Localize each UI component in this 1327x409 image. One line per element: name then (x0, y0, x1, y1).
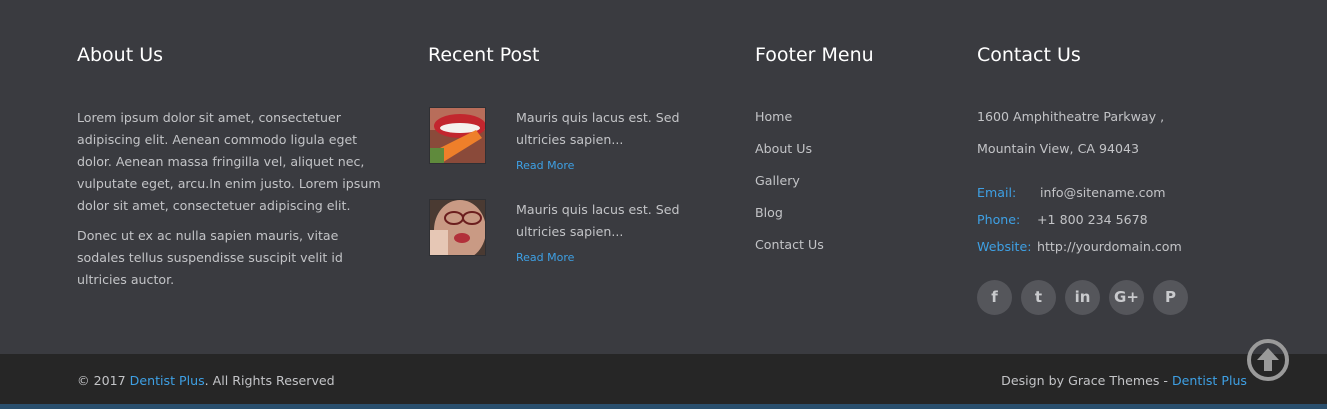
copyright-suffix: . All Rights Reserved (204, 373, 335, 388)
website-label: Website: (977, 239, 1032, 254)
email-label: Email: (977, 185, 1017, 200)
recent-post-item: Mauris quis lacus est. Sed ultricies sap… (428, 199, 718, 264)
copyright: © 2017 Dentist Plus. All Rights Reserved (77, 373, 335, 388)
credit-prefix: Design by Grace Themes - (1001, 373, 1172, 388)
twitter-icon[interactable]: t (1021, 280, 1056, 315)
arrow-up-circle-icon (1247, 339, 1289, 381)
facebook-icon[interactable]: f (977, 280, 1012, 315)
contact-email-row: Email: info@sitename.com (977, 185, 1166, 200)
post-thumbnail[interactable] (429, 199, 486, 256)
footer-menu-list: Home About Us Gallery Blog Contact Us (755, 107, 824, 267)
post-thumbnail[interactable] (429, 107, 486, 164)
email-value[interactable]: info@sitename.com (1040, 185, 1166, 200)
copyright-brand-link[interactable]: Dentist Plus (130, 373, 205, 388)
google-plus-icon[interactable]: G+ (1109, 280, 1144, 315)
footer-main: About Us Lorem ipsum dolor sit amet, con… (0, 0, 1327, 354)
contact-heading: Contact Us (977, 44, 1081, 66)
address-line: 1600 Amphitheatre Parkway , (977, 109, 1165, 124)
phone-label: Phone: (977, 212, 1021, 227)
contact-phone-row: Phone: +1 800 234 5678 (977, 212, 1148, 227)
linkedin-icon[interactable]: in (1065, 280, 1100, 315)
bottom-edge-strip (0, 404, 1327, 409)
read-more-link[interactable]: Read More (516, 159, 574, 172)
footer-bottom-bar: © 2017 Dentist Plus. All Rights Reserved… (0, 354, 1327, 409)
about-heading: About Us (77, 44, 164, 66)
phone-value[interactable]: +1 800 234 5678 (1037, 212, 1148, 227)
read-more-link[interactable]: Read More (516, 251, 574, 264)
footer-menu-item-about-us[interactable]: About Us (755, 139, 824, 171)
post-thumbnail-image (430, 200, 485, 255)
post-excerpt: Mauris quis lacus est. Sed ultricies sap… (516, 110, 680, 147)
footer-menu-item-blog[interactable]: Blog (755, 203, 824, 235)
website-value[interactable]: http://yourdomain.com (1037, 239, 1182, 254)
about-paragraph: Lorem ipsum dolor sit amet, consectetuer… (77, 110, 381, 213)
recent-post-item: Mauris quis lacus est. Sed ultricies sap… (428, 107, 718, 172)
pinterest-icon[interactable]: P (1153, 280, 1188, 315)
contact-website-row: Website: http://yourdomain.com (977, 239, 1182, 254)
design-credit: Design by Grace Themes - Dentist Plus (1001, 373, 1247, 388)
credit-brand-link[interactable]: Dentist Plus (1172, 373, 1247, 388)
copyright-prefix: © 2017 (77, 373, 130, 388)
address-line: Mountain View, CA 94043 (977, 141, 1140, 156)
about-text: Lorem ipsum dolor sit amet, consectetuer… (77, 107, 382, 299)
footer-menu-item-contact-us[interactable]: Contact Us (755, 235, 824, 267)
about-paragraph: Donec ut ex ac nulla sapien mauris, vita… (77, 228, 343, 287)
footer-menu-item-gallery[interactable]: Gallery (755, 171, 824, 203)
post-excerpt: Mauris quis lacus est. Sed ultricies sap… (516, 202, 680, 239)
footer-menu-heading: Footer Menu (755, 44, 874, 66)
back-to-top-button[interactable] (1246, 338, 1290, 382)
footer-menu-item-home[interactable]: Home (755, 107, 824, 139)
post-thumbnail-image (430, 108, 485, 163)
recent-post-heading: Recent Post (428, 44, 540, 66)
